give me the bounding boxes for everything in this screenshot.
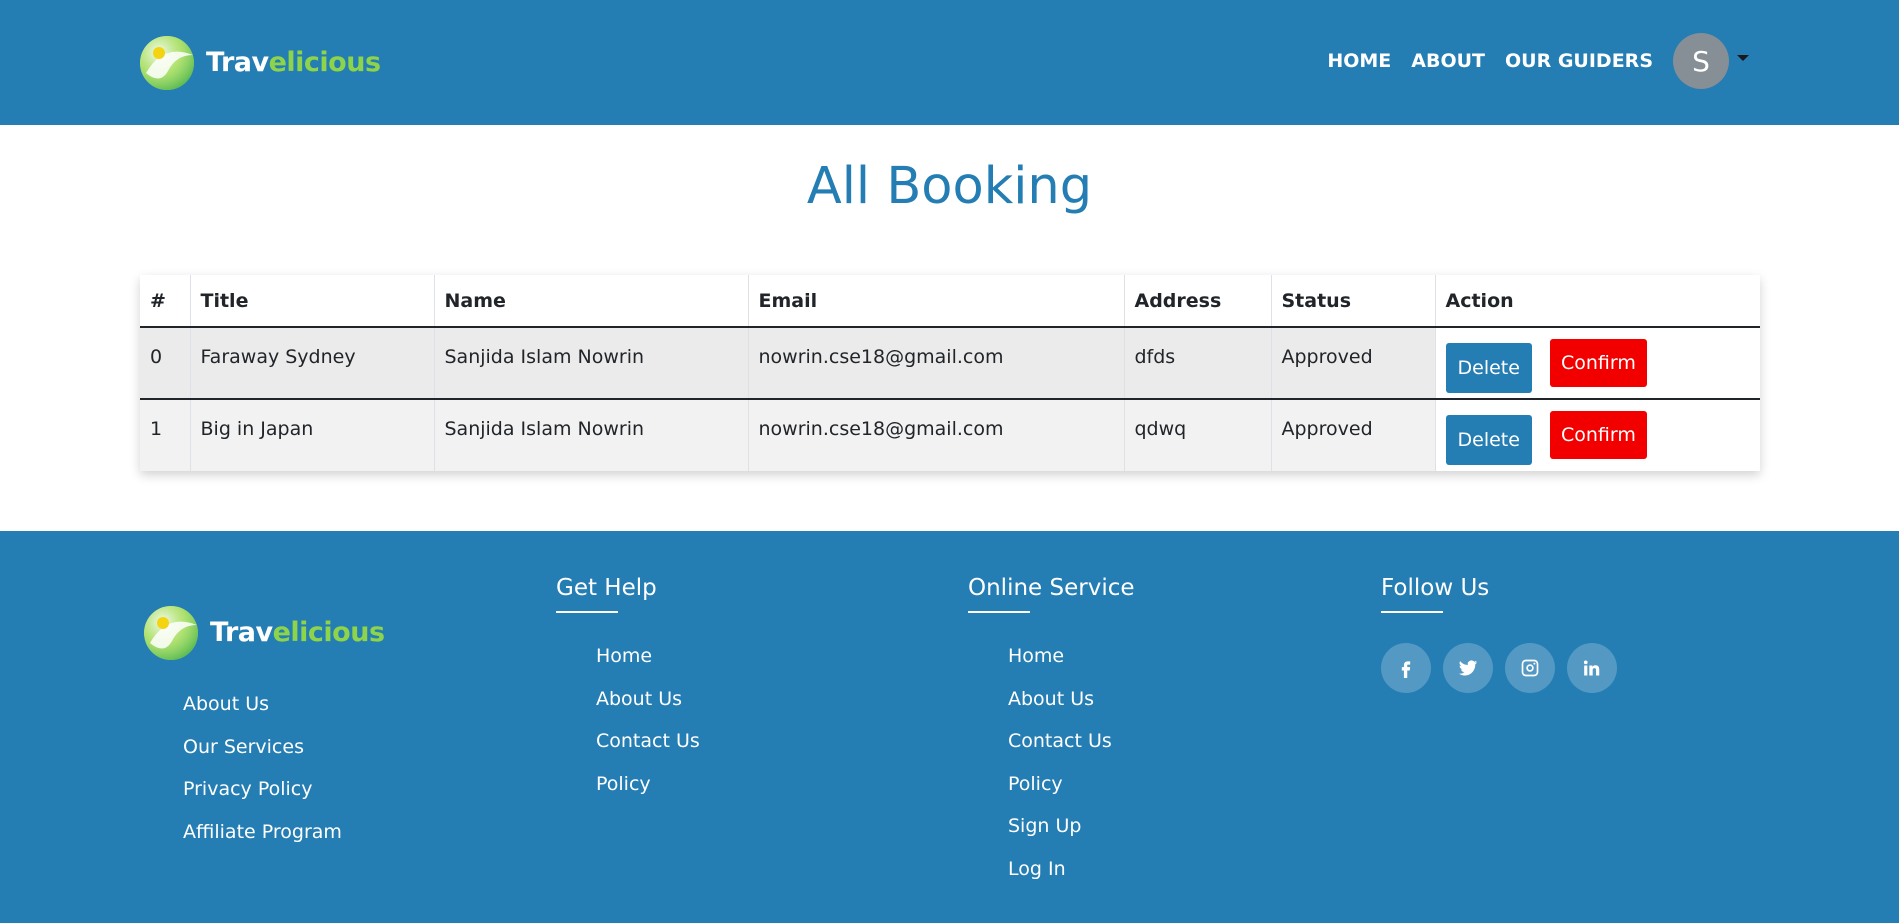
footer-get-help-links: Home About Us Contact Us Policy <box>596 635 796 805</box>
cell-name: Sanjida Islam Nowrin <box>434 327 749 400</box>
footer-link-our-services[interactable]: Our Services <box>183 726 342 769</box>
page-title: All Booking <box>806 157 1093 216</box>
confirm-button[interactable]: Confirm <box>1549 411 1647 459</box>
facebook-icon <box>1401 661 1411 678</box>
delete-button[interactable]: Delete <box>1445 415 1532 465</box>
brand-name-part2: elicious <box>268 46 381 78</box>
social-links <box>1381 643 1629 693</box>
column-header-action: Action <box>1435 275 1760 328</box>
cell-title: Big in Japan <box>190 399 435 471</box>
footer-link-about-us[interactable]: About Us <box>1008 678 1208 721</box>
footer-link-contact-us[interactable]: Contact Us <box>596 720 796 763</box>
main-nav: HOME ABOUT OUR GUIDERS S <box>1307 33 1749 89</box>
footer-heading-get-help: Get Help <box>556 575 657 601</box>
footer-link-home[interactable]: Home <box>1008 635 1208 678</box>
column-header-index: # <box>140 275 191 328</box>
cell-email: nowrin.cse18@gmail.com <box>748 399 1125 471</box>
footer-online-service-links: Home About Us Contact Us Policy Sign Up … <box>1008 635 1208 890</box>
footer-link-home[interactable]: Home <box>596 635 796 678</box>
cell-name: Sanjida Islam Nowrin <box>434 399 749 471</box>
site-footer: Travelicious About Us Our Services Priva… <box>0 531 1899 923</box>
column-header-name: Name <box>434 275 749 328</box>
cell-status: Approved <box>1271 399 1436 471</box>
footer-link-affiliate-program[interactable]: Affiliate Program <box>183 811 342 854</box>
linkedin-link[interactable] <box>1567 643 1617 693</box>
table-row: 0 Faraway Sydney Sanjida Islam Nowrin no… <box>140 327 1760 400</box>
brand-name: Travelicious <box>206 47 381 78</box>
nav-home[interactable]: HOME <box>1327 50 1391 72</box>
brand-logo[interactable]: Travelicious <box>138 33 381 91</box>
twitter-link[interactable] <box>1443 643 1493 693</box>
footer-brand-name: Travelicious <box>210 617 385 648</box>
footer-online-service: Online Service Home About Us Contact Us … <box>968 575 1135 880</box>
logo-icon <box>138 33 198 91</box>
footer-link-policy[interactable]: Policy <box>596 763 796 806</box>
caret-down-icon <box>1737 55 1749 61</box>
footer-heading-follow-us: Follow Us <box>1381 575 1490 601</box>
nav-our-guiders[interactable]: OUR GUIDERS <box>1505 50 1653 72</box>
bookings-table-container: # Title Name Email Address Status Action… <box>140 275 1760 471</box>
facebook-link[interactable] <box>1381 643 1431 693</box>
bookings-table: # Title Name Email Address Status Action… <box>140 275 1760 471</box>
logo-icon <box>142 603 202 661</box>
column-header-email: Email <box>748 275 1125 328</box>
footer-link-privacy-policy[interactable]: Privacy Policy <box>183 768 342 811</box>
footer-link-contact-us[interactable]: Contact Us <box>1008 720 1208 763</box>
footer-link-sign-up[interactable]: Sign Up <box>1008 805 1208 848</box>
instagram-icon <box>1521 659 1539 677</box>
footer-brand-logo[interactable]: Travelicious <box>142 603 385 661</box>
cell-email: nowrin.cse18@gmail.com <box>748 327 1125 400</box>
cell-address: dfds <box>1124 327 1272 400</box>
linkedin-icon <box>1583 660 1600 676</box>
footer-link-log-in[interactable]: Log In <box>1008 848 1208 891</box>
table-row: 1 Big in Japan Sanjida Islam Nowrin nowr… <box>140 399 1760 471</box>
cell-address: qdwq <box>1124 399 1272 471</box>
column-header-title: Title <box>190 275 435 328</box>
cell-title: Faraway Sydney <box>190 327 435 400</box>
footer-link-policy[interactable]: Policy <box>1008 763 1208 806</box>
table-header-row: # Title Name Email Address Status Action <box>140 275 1760 328</box>
column-header-address: Address <box>1124 275 1272 328</box>
heading-underline <box>556 611 618 613</box>
instagram-link[interactable] <box>1505 643 1555 693</box>
brand-name-part2: elicious <box>272 616 385 648</box>
confirm-button[interactable]: Confirm <box>1549 339 1647 387</box>
cell-status: Approved <box>1271 327 1436 400</box>
cell-action: Delete Confirm <box>1435 327 1760 400</box>
cell-index: 1 <box>140 399 191 471</box>
footer-heading-online-service: Online Service <box>968 575 1135 601</box>
heading-underline <box>1381 611 1443 613</box>
brand-name-part1: Trav <box>210 616 273 648</box>
delete-button[interactable]: Delete <box>1445 343 1532 393</box>
cell-action: Delete Confirm <box>1435 399 1760 471</box>
twitter-icon <box>1458 660 1478 676</box>
nav-about[interactable]: ABOUT <box>1411 50 1485 72</box>
heading-underline <box>968 611 1030 613</box>
footer-get-help: Get Help Home About Us Contact Us Policy <box>556 575 700 795</box>
brand-name-part1: Trav <box>206 46 269 78</box>
user-menu-toggle[interactable]: S <box>1673 33 1749 89</box>
footer-follow-us: Follow Us <box>1381 575 1629 693</box>
site-header: Travelicious HOME ABOUT OUR GUIDERS S <box>0 0 1899 125</box>
avatar: S <box>1673 33 1729 89</box>
cell-index: 0 <box>140 327 191 400</box>
footer-link-about-us[interactable]: About Us <box>183 683 342 726</box>
footer-company-links: About Us Our Services Privacy Policy Aff… <box>183 683 342 853</box>
column-header-status: Status <box>1271 275 1436 328</box>
footer-link-about-us[interactable]: About Us <box>596 678 796 721</box>
